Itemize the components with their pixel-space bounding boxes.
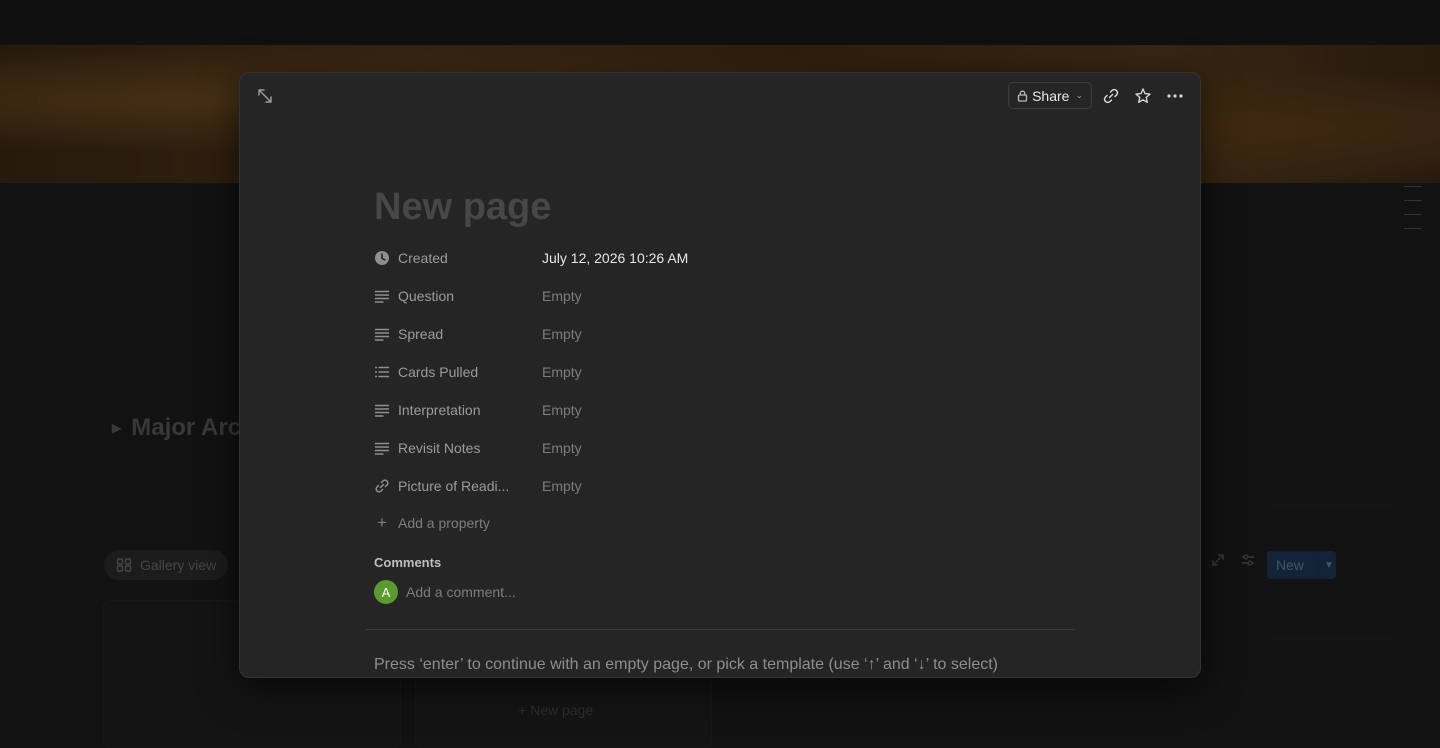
property-value[interactable]: Empty bbox=[542, 402, 582, 418]
chevron-down-icon: ⌄ bbox=[1075, 90, 1083, 100]
text-lines-icon bbox=[374, 288, 390, 304]
property-label: Cards Pulled bbox=[398, 364, 479, 380]
property-name-revisit-notes[interactable]: Revisit Notes bbox=[374, 440, 542, 456]
add-property-label: Add a property bbox=[398, 515, 490, 531]
property-row[interactable]: Created July 12, 2026 10:26 AM bbox=[374, 239, 1074, 277]
property-row[interactable]: Question Empty bbox=[374, 277, 1074, 315]
property-label: Revisit Notes bbox=[398, 440, 481, 456]
property-label: Created bbox=[398, 250, 448, 266]
property-value[interactable]: Empty bbox=[542, 326, 582, 342]
clock-icon bbox=[374, 250, 390, 266]
lock-icon bbox=[1017, 90, 1028, 102]
property-label: Question bbox=[398, 288, 455, 304]
comments-heading: Comments bbox=[374, 555, 442, 570]
property-row[interactable]: Revisit Notes Empty bbox=[374, 429, 1074, 467]
property-label: Picture of Readi... bbox=[398, 478, 510, 494]
page-title[interactable]: New page bbox=[374, 185, 1074, 229]
property-row[interactable]: Spread Empty bbox=[374, 315, 1074, 353]
expand-icon[interactable] bbox=[256, 87, 274, 105]
property-label: Spread bbox=[398, 326, 444, 342]
property-name-interpretation[interactable]: Interpretation bbox=[374, 402, 542, 418]
text-lines-icon bbox=[374, 402, 390, 418]
divider bbox=[366, 629, 1075, 630]
property-row[interactable]: Picture of Readi... Empty bbox=[374, 467, 1074, 505]
property-value[interactable]: Empty bbox=[542, 288, 582, 304]
text-lines-icon bbox=[374, 440, 390, 456]
property-row[interactable]: Cards Pulled Empty bbox=[374, 353, 1074, 391]
top-actions: Share ⌄ bbox=[1008, 82, 1188, 109]
property-value[interactable]: Empty bbox=[542, 440, 582, 456]
share-button[interactable]: Share ⌄ bbox=[1008, 82, 1092, 109]
property-value[interactable]: July 12, 2026 10:26 AM bbox=[542, 250, 688, 266]
page-peek-modal: Share ⌄ New page Created July 12, 2026 10… bbox=[239, 72, 1201, 678]
link-icon bbox=[374, 478, 390, 494]
comment-input[interactable]: Add a comment... bbox=[406, 584, 516, 600]
property-row[interactable]: Interpretation Empty bbox=[374, 391, 1074, 429]
star-icon[interactable] bbox=[1130, 83, 1156, 109]
comment-composer[interactable]: A Add a comment... bbox=[374, 580, 1074, 604]
property-name-question[interactable]: Question bbox=[374, 288, 542, 304]
bulleted-list-icon bbox=[374, 364, 390, 380]
avatar: A bbox=[374, 580, 398, 604]
properties-list: Created July 12, 2026 10:26 AM Question Emp… bbox=[374, 239, 1074, 505]
text-lines-icon bbox=[374, 326, 390, 342]
property-value[interactable]: Empty bbox=[542, 364, 582, 380]
property-label: Interpretation bbox=[398, 402, 481, 418]
page-content: New page Created July 12, 2026 10:26 AM Qu… bbox=[374, 185, 1074, 604]
share-label: Share bbox=[1032, 87, 1070, 104]
more-options-icon[interactable] bbox=[1162, 83, 1188, 109]
plus-icon: + bbox=[377, 513, 387, 532]
copy-link-icon[interactable] bbox=[1098, 83, 1124, 109]
property-name-spread[interactable]: Spread bbox=[374, 326, 542, 342]
property-value[interactable]: Empty bbox=[542, 478, 582, 494]
add-property-button[interactable]: + Add a property bbox=[374, 505, 1074, 541]
property-name-picture-of-readi[interactable]: Picture of Readi... bbox=[374, 478, 542, 494]
property-name-created[interactable]: Created bbox=[374, 250, 542, 266]
property-name-cards-pulled[interactable]: Cards Pulled bbox=[374, 364, 542, 380]
template-hint: Press ‘enter’ to continue with an empty … bbox=[374, 656, 999, 673]
